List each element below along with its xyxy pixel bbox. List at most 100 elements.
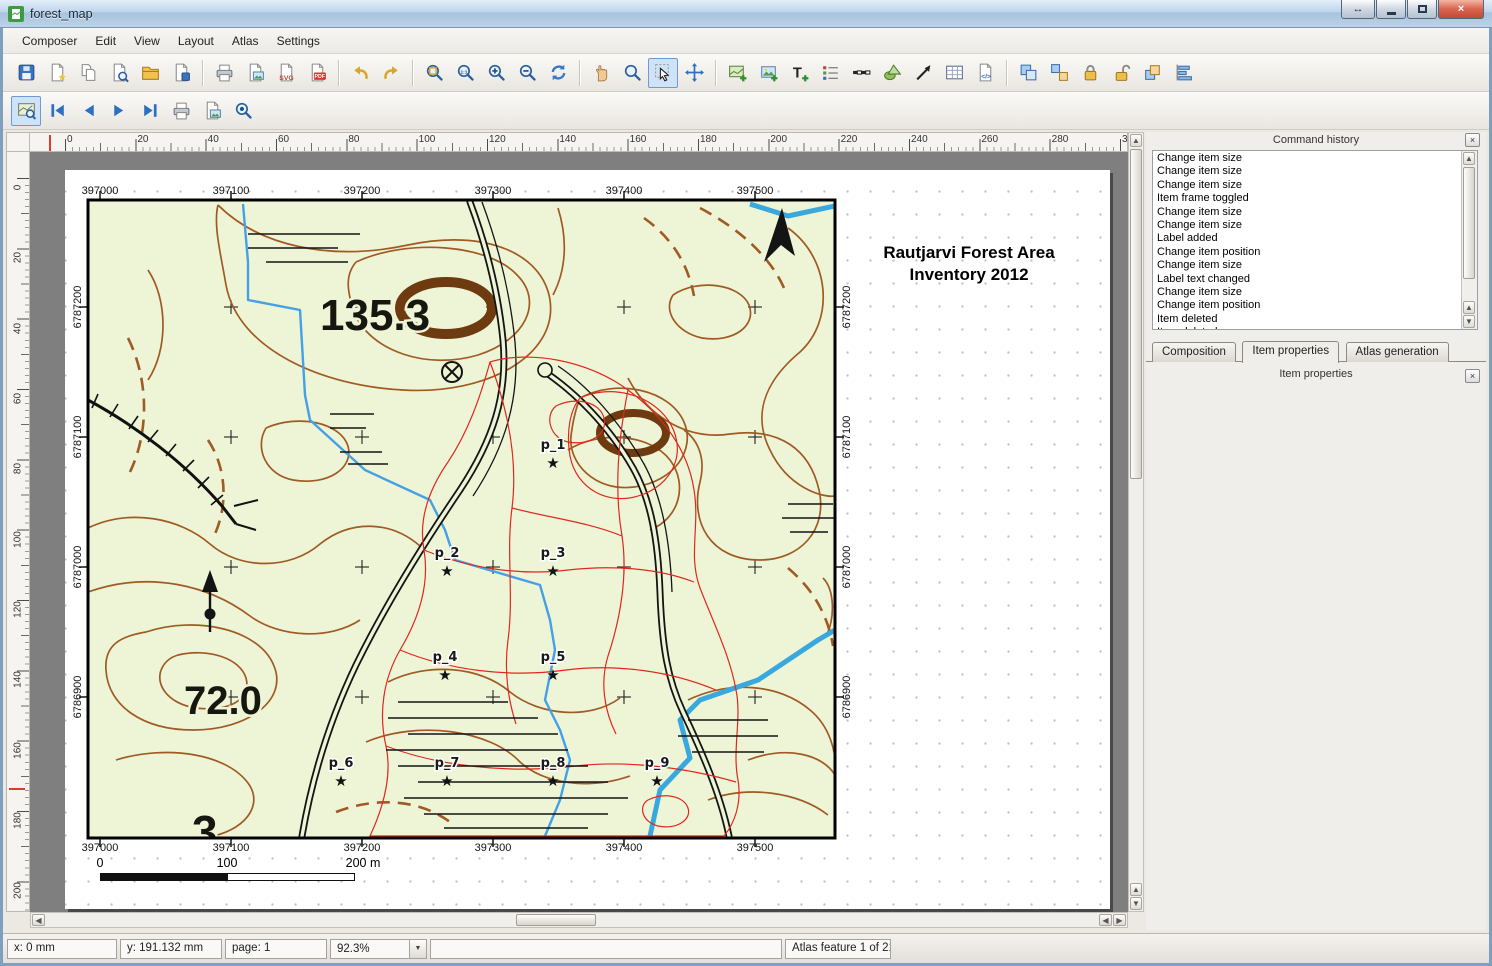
add-html-icon: </> bbox=[975, 62, 996, 83]
minimize-button[interactable] bbox=[1376, 0, 1406, 19]
menu-composer[interactable]: Composer bbox=[13, 30, 86, 52]
zoom-out-button[interactable] bbox=[512, 58, 542, 88]
add-shape-button[interactable] bbox=[877, 58, 907, 88]
unlock-items-button[interactable] bbox=[1106, 58, 1136, 88]
command-history-item[interactable]: Change item size bbox=[1153, 152, 1460, 165]
command-history-item[interactable]: Change item size bbox=[1153, 179, 1460, 192]
list-scroll-thumb[interactable] bbox=[1463, 167, 1475, 279]
command-history-scrollbar[interactable]: ▲ ▲ ▼ bbox=[1461, 151, 1477, 329]
move-item-content-button[interactable] bbox=[679, 58, 709, 88]
command-history-item[interactable]: Item deleted bbox=[1153, 326, 1460, 330]
last-feature-button[interactable] bbox=[135, 96, 165, 126]
canvas-horizontal-scrollbar[interactable]: ◀ ◀ ▶ bbox=[30, 912, 1128, 928]
redo-button[interactable] bbox=[376, 58, 406, 88]
select-move-item-button[interactable] bbox=[648, 58, 678, 88]
scroll-up-icon[interactable]: ▲ bbox=[1463, 301, 1475, 314]
zoom-full-button[interactable] bbox=[419, 58, 449, 88]
scalebar-item[interactable]: 0 100 200 m bbox=[65, 856, 405, 888]
map-title-item[interactable]: Rautjarvi Forest Area Inventory 2012 bbox=[843, 242, 1095, 286]
item-properties-close-icon[interactable]: × bbox=[1465, 369, 1480, 383]
pan-button[interactable] bbox=[586, 58, 616, 88]
scroll-up-icon[interactable]: ▲ bbox=[1130, 134, 1142, 147]
command-history-item[interactable]: Label added bbox=[1153, 232, 1460, 245]
vertical-scroll-thumb[interactable] bbox=[1130, 149, 1142, 479]
tab-atlas-generation[interactable]: Atlas generation bbox=[1346, 342, 1449, 362]
scroll-up-icon[interactable]: ▲ bbox=[1130, 883, 1142, 896]
add-image-button[interactable] bbox=[753, 58, 783, 88]
preview-atlas-button[interactable] bbox=[11, 96, 41, 126]
add-table-button[interactable] bbox=[939, 58, 969, 88]
command-history-item[interactable]: Label text changed bbox=[1153, 273, 1460, 286]
menu-view[interactable]: View bbox=[125, 30, 169, 52]
undo-button[interactable] bbox=[345, 58, 375, 88]
zoom-level-select[interactable]: 92.3% ▼ bbox=[330, 939, 427, 959]
new-composition-button[interactable] bbox=[42, 58, 72, 88]
print-button[interactable] bbox=[209, 58, 239, 88]
command-history-item[interactable]: Item frame toggled bbox=[1153, 192, 1460, 205]
command-history-item[interactable]: Change item size bbox=[1153, 219, 1460, 232]
export-atlas-button[interactable] bbox=[197, 96, 227, 126]
previous-feature-button[interactable] bbox=[73, 96, 103, 126]
command-history-item[interactable]: Change item size bbox=[1153, 165, 1460, 178]
detach-window-button[interactable]: ↔ bbox=[1341, 0, 1375, 19]
scroll-left-icon[interactable]: ◀ bbox=[32, 914, 45, 926]
first-feature-button[interactable] bbox=[42, 96, 72, 126]
map-item[interactable]: 135.3 72.0 3 ★p_1 ★p_2 ★p_3 ★p_4 ★p_5 ★p… bbox=[65, 182, 855, 854]
print-atlas-button[interactable] bbox=[166, 96, 196, 126]
command-history-item[interactable]: Change item size bbox=[1153, 259, 1460, 272]
add-scalebar-button[interactable] bbox=[846, 58, 876, 88]
export-pdf-button[interactable]: PDF bbox=[302, 58, 332, 88]
export-image-button[interactable] bbox=[240, 58, 270, 88]
composer-canvas[interactable]: 135.3 72.0 3 ★p_1 ★p_2 ★p_3 ★p_4 ★p_5 ★p… bbox=[30, 152, 1128, 912]
zoom-actual-button[interactable]: 1:1 bbox=[450, 58, 480, 88]
next-feature-button[interactable] bbox=[104, 96, 134, 126]
zoom-tool-button[interactable] bbox=[617, 58, 647, 88]
command-history-close-icon[interactable]: × bbox=[1465, 133, 1480, 147]
command-history-item[interactable]: Item deleted bbox=[1153, 313, 1460, 326]
load-template-button[interactable] bbox=[135, 58, 165, 88]
scroll-down-icon[interactable]: ▼ bbox=[1130, 897, 1142, 910]
command-history-item[interactable]: Change item size bbox=[1153, 206, 1460, 219]
command-history-item[interactable]: Change item size bbox=[1153, 286, 1460, 299]
tab-composition[interactable]: Composition bbox=[1152, 342, 1236, 362]
atlas-settings-button[interactable] bbox=[228, 96, 258, 126]
scroll-up-icon[interactable]: ▲ bbox=[1463, 152, 1475, 165]
menu-settings[interactable]: Settings bbox=[268, 30, 329, 52]
save-button[interactable] bbox=[11, 58, 41, 88]
export-svg-button[interactable]: SVG bbox=[271, 58, 301, 88]
ungroup-items-button[interactable] bbox=[1044, 58, 1074, 88]
close-button[interactable]: × bbox=[1438, 0, 1484, 19]
add-map-button[interactable] bbox=[722, 58, 752, 88]
scroll-right-icon[interactable]: ▶ bbox=[1113, 914, 1126, 926]
command-history-item[interactable]: Change item position bbox=[1153, 246, 1460, 259]
menu-edit[interactable]: Edit bbox=[86, 30, 125, 52]
refresh-view-button[interactable] bbox=[543, 58, 573, 88]
lock-items-button[interactable] bbox=[1075, 58, 1105, 88]
tab-item-properties[interactable]: Item properties bbox=[1242, 341, 1339, 363]
scroll-left-icon[interactable]: ◀ bbox=[1099, 914, 1112, 926]
chevron-down-icon[interactable]: ▼ bbox=[409, 940, 426, 958]
composer-manager-button[interactable] bbox=[104, 58, 134, 88]
zoom-in-button[interactable] bbox=[481, 58, 511, 88]
scroll-down-icon[interactable]: ▼ bbox=[1463, 315, 1475, 328]
group-items-button[interactable] bbox=[1013, 58, 1043, 88]
add-map-icon bbox=[727, 62, 748, 83]
point-label: p_7 bbox=[435, 756, 460, 771]
menu-layout[interactable]: Layout bbox=[169, 30, 223, 52]
add-legend-button[interactable] bbox=[815, 58, 845, 88]
composition-page[interactable]: 135.3 72.0 3 ★p_1 ★p_2 ★p_3 ★p_4 ★p_5 ★p… bbox=[65, 170, 1110, 909]
canvas-vertical-scrollbar[interactable]: ▲ ▲ ▼ bbox=[1128, 132, 1144, 912]
add-arrow-button[interactable] bbox=[908, 58, 938, 88]
horizontal-scroll-thumb[interactable] bbox=[516, 914, 596, 926]
maximize-button[interactable] bbox=[1407, 0, 1437, 19]
add-html-button[interactable]: </> bbox=[970, 58, 1000, 88]
save-template-button[interactable] bbox=[166, 58, 196, 88]
add-label-button[interactable]: T bbox=[784, 58, 814, 88]
align-items-button[interactable] bbox=[1168, 58, 1198, 88]
command-history-item[interactable]: Change item position bbox=[1153, 299, 1460, 312]
save-icon bbox=[16, 62, 37, 83]
menu-atlas[interactable]: Atlas bbox=[223, 30, 268, 52]
zoom-actual-icon: 1:1 bbox=[455, 62, 476, 83]
raise-items-button[interactable] bbox=[1137, 58, 1167, 88]
duplicate-composition-button[interactable] bbox=[73, 58, 103, 88]
